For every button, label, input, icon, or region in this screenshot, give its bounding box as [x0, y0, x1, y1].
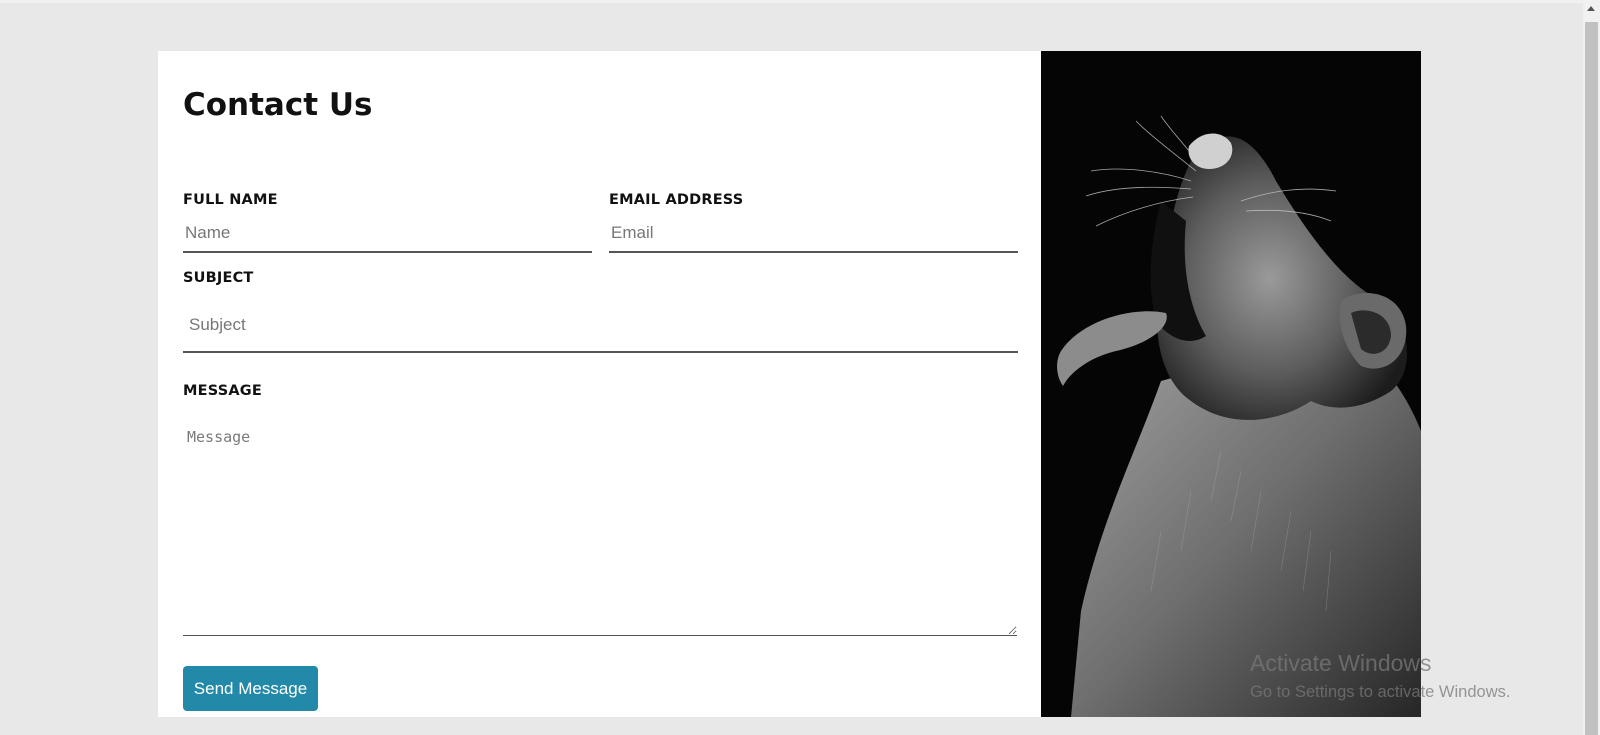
lioness-image	[1041, 51, 1421, 717]
message-label: MESSAGE	[183, 383, 262, 399]
vertical-scrollbar[interactable]	[1583, 0, 1600, 735]
lioness-illustration	[1041, 51, 1421, 717]
scroll-up-arrow-icon[interactable]	[1587, 6, 1595, 11]
contact-form: Contact Us FULL NAME EMAIL ADDRESS SUBJE…	[158, 51, 1041, 717]
windows-activation-watermark: Activate Windows Go to Settings to activ…	[1250, 650, 1510, 702]
contact-card: Contact Us FULL NAME EMAIL ADDRESS SUBJE…	[158, 51, 1421, 717]
watermark-subtitle: Go to Settings to activate Windows.	[1250, 683, 1511, 701]
email-label: EMAIL ADDRESS	[609, 192, 744, 208]
full-name-label: FULL NAME	[183, 192, 278, 208]
subject-input[interactable]	[183, 299, 1018, 353]
watermark-title: Activate Windows	[1250, 650, 1432, 676]
browser-top-edge	[0, 0, 1583, 3]
email-input[interactable]	[609, 215, 1018, 253]
send-message-button[interactable]: Send Message	[183, 666, 318, 711]
page-title: Contact Us	[183, 87, 373, 123]
subject-label: SUBJECT	[183, 270, 254, 286]
message-textarea[interactable]	[183, 416, 1017, 636]
scrollbar-thumb[interactable]	[1585, 22, 1598, 735]
full-name-input[interactable]	[183, 215, 592, 253]
